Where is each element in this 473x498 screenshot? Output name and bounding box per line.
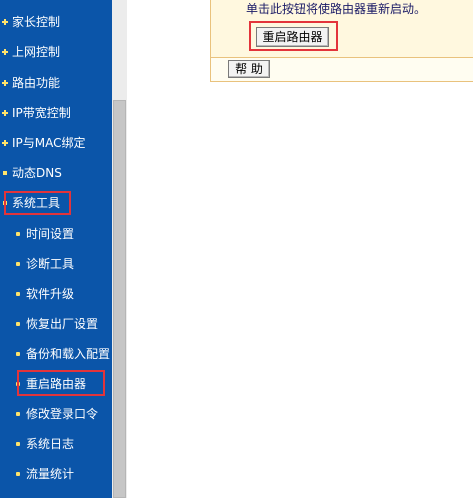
- bullet-icon: [16, 292, 20, 296]
- sidebar-item-label: 上网控制: [12, 45, 61, 59]
- sidebar-item-label: 恢复出厂设置: [26, 317, 99, 331]
- sidebar-item-label: 路由功能: [12, 76, 61, 90]
- expand-plus-icon: [2, 140, 8, 146]
- sidebar-item-ddns[interactable]: 动态DNS: [0, 162, 112, 184]
- expand-plus-icon: [2, 80, 8, 86]
- bullet-icon: [16, 412, 20, 416]
- bullet-icon: [16, 262, 20, 266]
- sidebar-item-label: 系统日志: [26, 437, 75, 451]
- sidebar-item-label: 时间设置: [26, 227, 75, 241]
- bullet-icon: [16, 322, 20, 326]
- sidebar-item-ip-mac-binding[interactable]: IP与MAC绑定: [0, 132, 112, 154]
- bullet-icon: [3, 171, 7, 175]
- sidebar-item-routing[interactable]: 路由功能: [0, 72, 112, 94]
- sidebar-item-label: 软件升级: [26, 287, 75, 301]
- sidebar-item-parental-control[interactable]: 家长控制: [0, 11, 112, 33]
- sidebar-item-traffic-stats[interactable]: 流量统计: [0, 463, 112, 485]
- expand-plus-icon: [2, 19, 8, 25]
- highlight-box-reboot-router: [17, 370, 105, 396]
- bullet-icon: [16, 442, 20, 446]
- sidebar-item-label: IP与MAC绑定: [12, 136, 86, 150]
- expand-plus-icon: [2, 110, 8, 116]
- sidebar-item-internet-control[interactable]: 上网控制: [0, 41, 112, 63]
- reboot-description: 单击此按钮将使路由器重新启动。: [246, 2, 427, 16]
- help-button[interactable]: 帮 助: [228, 60, 270, 78]
- bullet-icon: [16, 232, 20, 236]
- expand-plus-icon: [2, 49, 8, 55]
- sidebar-item-label: 家长控制: [12, 15, 61, 29]
- bullet-icon: [16, 472, 20, 476]
- sidebar-item-label: 诊断工具: [26, 257, 75, 271]
- highlight-box-system-tools: [4, 191, 71, 215]
- sidebar-item-label: 修改登录口令: [26, 407, 99, 421]
- scrollbar-thumb[interactable]: [113, 100, 126, 498]
- sidebar-nav: 家长控制 上网控制 路由功能 IP带宽控制 IP与MAC绑定 动态DNS 系统工…: [0, 0, 112, 498]
- sidebar-item-time-settings[interactable]: 时间设置: [0, 223, 112, 245]
- sidebar-item-system-log[interactable]: 系统日志: [0, 433, 112, 455]
- sidebar-item-factory-reset[interactable]: 恢复出厂设置: [0, 313, 112, 335]
- sidebar-item-label: 备份和载入配置: [26, 347, 111, 361]
- sidebar-item-change-password[interactable]: 修改登录口令: [0, 403, 112, 425]
- sidebar-item-ip-bandwidth[interactable]: IP带宽控制: [0, 102, 112, 124]
- sidebar-item-firmware-upgrade[interactable]: 软件升级: [0, 283, 112, 305]
- sidebar-item-label: 流量统计: [26, 467, 75, 481]
- sidebar-item-diagnostics[interactable]: 诊断工具: [0, 253, 112, 275]
- sidebar-item-label: 动态DNS: [12, 166, 62, 180]
- sidebar-item-backup-restore[interactable]: 备份和载入配置: [0, 343, 112, 365]
- bullet-icon: [16, 352, 20, 356]
- highlight-box-reboot-button: [249, 21, 338, 51]
- sidebar-item-label: IP带宽控制: [12, 106, 71, 120]
